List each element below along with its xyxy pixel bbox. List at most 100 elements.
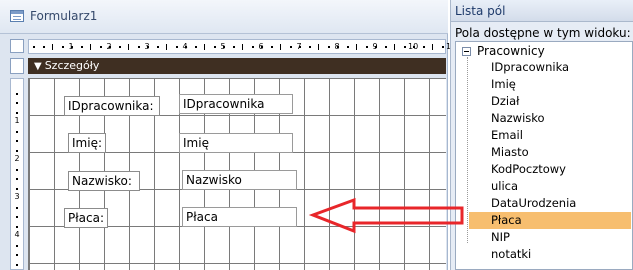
ruler-tick bbox=[16, 178, 18, 180]
ruler-tick bbox=[16, 130, 18, 133]
ruler-tick bbox=[61, 46, 64, 48]
ruler-tick bbox=[16, 92, 18, 95]
ruler-tick bbox=[403, 46, 406, 48]
ruler-tick bbox=[346, 46, 349, 48]
ruler-tick bbox=[432, 44, 433, 50]
field-item-miasto[interactable]: Miasto bbox=[469, 144, 631, 161]
field-item-idpracownika[interactable]: IDpracownika bbox=[469, 59, 631, 76]
ruler-number: 3 bbox=[14, 192, 20, 201]
ruler-tick bbox=[16, 206, 18, 209]
ruler-tick bbox=[441, 46, 444, 48]
field-list-tree: Pracownicy IDpracownika Imię Dział Nazwi… bbox=[455, 41, 633, 270]
ruler-tick bbox=[99, 46, 102, 48]
ruler-tick bbox=[194, 46, 197, 48]
field-item-dzial[interactable]: Dział bbox=[469, 93, 631, 110]
ruler-tick bbox=[261, 46, 263, 48]
ruler-tick bbox=[147, 46, 149, 48]
field-item-kodpocztowy[interactable]: KodPocztowy bbox=[469, 161, 631, 178]
ruler-tick bbox=[16, 225, 18, 228]
ruler-tick bbox=[318, 44, 319, 50]
ruler-tick bbox=[16, 263, 18, 266]
ruler-tick bbox=[156, 46, 159, 48]
ruler-tick bbox=[232, 46, 235, 48]
ruler-tick bbox=[90, 44, 91, 50]
textbox-idpracownika[interactable]: IDpracownika bbox=[179, 94, 293, 114]
ruler-tick bbox=[137, 46, 140, 48]
ruler-tick bbox=[394, 44, 395, 50]
ruler-tick bbox=[16, 111, 18, 114]
field-item-nip[interactable]: NIP bbox=[469, 229, 631, 246]
ruler-tick bbox=[365, 46, 368, 48]
ruler-tick bbox=[118, 46, 121, 48]
section-arrow-icon: ▼ bbox=[34, 61, 42, 72]
label-imie[interactable]: Imię: bbox=[68, 133, 106, 153]
ruler-tick bbox=[16, 149, 18, 152]
field-list-pane: Lista pól Pola dostępne w tym widoku: Pr… bbox=[450, 0, 633, 270]
field-item-ulica[interactable]: ulica bbox=[469, 178, 631, 195]
ruler-tick bbox=[16, 168, 18, 171]
collapse-icon[interactable] bbox=[462, 47, 471, 56]
ruler-tick bbox=[16, 244, 18, 247]
ruler-tick bbox=[33, 46, 35, 48]
ruler-tick bbox=[204, 44, 205, 50]
ruler-tick bbox=[327, 46, 330, 48]
ruler-tick bbox=[16, 254, 18, 256]
field-item-notatki[interactable]: notatki bbox=[469, 246, 631, 263]
field-item-imie[interactable]: Imię bbox=[469, 76, 631, 93]
ruler-tick bbox=[270, 46, 273, 48]
field-item-dataurodzenia[interactable]: DataUrodzenia bbox=[469, 195, 631, 212]
field-list-subtitle: Pola dostępne w tym widoku: bbox=[455, 26, 631, 40]
ruler-tick bbox=[251, 46, 254, 48]
ruler-tick bbox=[128, 44, 129, 50]
ruler-tick bbox=[289, 46, 292, 48]
vertical-ruler[interactable]: 1 2 3 4 bbox=[10, 78, 24, 270]
ruler-tick bbox=[175, 46, 178, 48]
ruler-tick bbox=[109, 46, 111, 48]
form-tab[interactable]: Formularz1 bbox=[0, 0, 448, 34]
ruler-tick bbox=[16, 187, 18, 190]
ruler-tick bbox=[242, 44, 243, 50]
ruler-tick bbox=[384, 46, 387, 48]
ruler-tick bbox=[223, 46, 225, 48]
ruler-tick bbox=[166, 44, 167, 50]
ruler-tick bbox=[16, 102, 18, 104]
ruler-tick bbox=[375, 46, 377, 48]
ruler-tick bbox=[42, 46, 45, 48]
textbox-nazwisko[interactable]: Nazwisko bbox=[182, 170, 297, 190]
section-header-label: Szczegóły bbox=[44, 59, 100, 72]
ruler-tick bbox=[80, 46, 83, 48]
ruler-tick bbox=[280, 44, 281, 50]
field-item-placa[interactable]: Płaca bbox=[469, 212, 631, 229]
ruler-tick bbox=[356, 44, 357, 50]
ruler-tick bbox=[337, 46, 339, 48]
ruler-tick bbox=[71, 46, 73, 48]
ruler-tick bbox=[213, 46, 216, 48]
red-arrow-annotation bbox=[308, 197, 464, 234]
ruler-number: 2 bbox=[14, 154, 20, 163]
ruler-tick bbox=[413, 46, 415, 48]
label-placa[interactable]: Płaca: bbox=[64, 208, 108, 228]
section-selector[interactable] bbox=[10, 58, 24, 74]
table-node-pracownicy[interactable]: Pracownicy bbox=[477, 43, 545, 59]
ruler-tick bbox=[422, 46, 425, 48]
ruler-tick bbox=[52, 44, 53, 50]
ruler-tick bbox=[16, 140, 18, 142]
ruler-tick bbox=[16, 216, 18, 218]
arrow-outline bbox=[308, 197, 464, 234]
horizontal-ruler[interactable]: 1234567891011 bbox=[28, 39, 456, 54]
form-selector[interactable] bbox=[10, 39, 24, 53]
textbox-imie[interactable]: Imię bbox=[179, 133, 293, 153]
field-item-email[interactable]: Email bbox=[469, 127, 631, 144]
ruler-tick bbox=[308, 46, 311, 48]
form-icon bbox=[10, 10, 24, 22]
ruler-number: 1 bbox=[14, 116, 20, 125]
section-header-detail[interactable]: ▼ Szczegóły bbox=[28, 58, 446, 74]
field-list-title: Lista pól bbox=[451, 0, 633, 22]
label-idpracownika[interactable]: IDpracownika: bbox=[64, 96, 160, 116]
form-title: Formularz1 bbox=[30, 9, 98, 23]
textbox-placa[interactable]: Płaca bbox=[182, 207, 297, 227]
label-nazwisko[interactable]: Nazwisko: bbox=[68, 171, 140, 191]
field-item-nazwisko[interactable]: Nazwisko bbox=[469, 110, 631, 127]
ruler-number: 4 bbox=[14, 230, 20, 239]
ruler-tick bbox=[299, 46, 301, 48]
